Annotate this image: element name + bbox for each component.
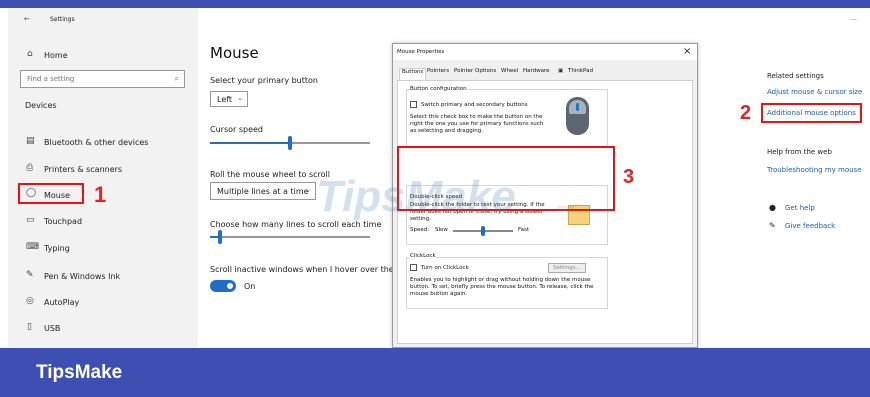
pen-icon: ✎ <box>26 270 34 280</box>
switch-desc-line3: as selecting and dragging. <box>410 128 484 134</box>
sidebar-item-typing[interactable]: Typing <box>44 244 70 253</box>
inactive-scroll-label: Scroll inactive windows when I hover ove… <box>210 265 402 274</box>
chevron-down-icon: ⌄ <box>237 94 243 102</box>
sidebar-item-mouse[interactable]: Mouse <box>44 191 70 200</box>
switch-desc-line2: right the one you use for primary functi… <box>410 121 544 127</box>
get-help-link[interactable]: Get help <box>785 204 815 212</box>
double-click-speed-slider[interactable] <box>453 226 513 236</box>
cursor-speed-fill <box>210 142 290 144</box>
cursor-speed-thumb[interactable] <box>288 136 292 150</box>
annotation-1: 1 <box>94 182 107 207</box>
clicklock-settings-button[interactable]: Settings... <box>548 263 586 273</box>
settings-sidebar <box>8 8 198 348</box>
slow-label: Slow <box>435 227 448 233</box>
mouse-illustration-icon <box>566 97 589 135</box>
usb-icon: ▯ <box>27 322 32 332</box>
sidebar-section-devices: Devices <box>25 101 57 110</box>
sidebar-item-touchpad[interactable]: Touchpad <box>44 217 82 226</box>
fast-label: Fast <box>518 227 530 233</box>
chevron-down-icon: ⌄ <box>305 186 311 194</box>
clicklock-title: ClickLock <box>410 253 436 259</box>
wheel-dropdown[interactable]: Multiple lines at a time ⌄ <box>210 182 316 200</box>
thinkpad-icon: ▣ <box>558 68 564 74</box>
clicklock-desc-line1: Enables you to highlight or drag without… <box>410 277 591 283</box>
switch-buttons-label: Switch primary and secondary buttons <box>421 102 528 108</box>
window-title: Settings <box>50 16 75 23</box>
sidebar-item-printers[interactable]: Printers & scanners <box>44 165 122 174</box>
feedback-icon: ✎ <box>769 221 776 230</box>
switch-desc-line1: Select this check box to make the button… <box>410 114 543 120</box>
cursor-speed-label: Cursor speed <box>210 125 264 134</box>
give-feedback-link[interactable]: Give feedback <box>785 222 835 230</box>
page-title: Mouse <box>210 44 259 62</box>
dialog-titlebar: Mouse Properties × <box>393 44 697 60</box>
clicklock-desc-line3: mouse button again. <box>410 291 468 297</box>
annotation-2: 2 <box>740 102 752 124</box>
tab-buttons[interactable]: Buttons <box>399 68 427 80</box>
primary-button-value: Left <box>217 95 233 104</box>
screenshot: { "window": {"title": "Settings", "back_… <box>0 0 870 397</box>
autoplay-icon: ◎ <box>26 296 34 306</box>
switch-buttons-checkbox[interactable] <box>410 101 417 108</box>
lines-thumb[interactable] <box>218 230 222 244</box>
tab-thinkpad[interactable]: ThinkPad <box>568 68 593 80</box>
primary-button-label: Select your primary button <box>210 76 318 85</box>
cursor-speed-slider[interactable] <box>210 136 370 150</box>
home-icon: ⌂ <box>27 49 33 59</box>
help-web-title: Help from the web <box>767 148 832 156</box>
sidebar-item-bluetooth[interactable]: Bluetooth & other devices <box>44 138 148 147</box>
bluetooth-icon: ▤ <box>26 136 35 146</box>
additional-mouse-options-link[interactable]: Additional mouse options <box>767 109 856 117</box>
watermark-text: TipsMake <box>316 172 516 221</box>
tab-pointer-options[interactable]: Pointer Options <box>454 68 496 80</box>
clicklock-desc-line2: button. To set, briefly press the mouse … <box>410 284 594 290</box>
sidebar-item-autoplay[interactable]: AutoPlay <box>44 298 79 307</box>
tab-pointers[interactable]: Pointers <box>427 68 449 80</box>
dialog-title: Mouse Properties <box>397 49 445 55</box>
sidebar-item-usb[interactable]: USB <box>44 324 60 333</box>
toggle-state: On <box>244 282 256 291</box>
troubleshooting-link[interactable]: Troubleshooting my mouse <box>767 166 862 174</box>
search-icon: ⌕ <box>174 74 179 83</box>
back-arrow-icon[interactable]: ← <box>24 15 30 23</box>
sidebar-item-home[interactable]: Home <box>44 51 68 60</box>
tab-wheel[interactable]: Wheel <box>501 68 518 80</box>
clicklock-checkbox[interactable] <box>410 264 417 271</box>
search-input[interactable]: Find a setting ⌕ <box>20 70 185 88</box>
lines-slider[interactable] <box>210 230 370 244</box>
keyboard-icon: ⌨ <box>26 242 39 252</box>
wheel-label: Roll the mouse wheel to scroll <box>210 170 330 179</box>
tab-hardware[interactable]: Hardware <box>523 68 550 80</box>
dbl-thumb[interactable] <box>481 226 485 236</box>
search-placeholder: Find a setting <box>27 75 75 83</box>
clicklock-label: Turn on ClickLock <box>421 265 469 271</box>
related-settings-title: Related settings <box>767 72 824 80</box>
wheel-value: Multiple lines at a time <box>217 187 309 196</box>
brand-name: TipsMake <box>36 362 123 383</box>
lines-track <box>210 236 370 238</box>
touchpad-icon: ▭ <box>26 215 35 225</box>
annotation-3: 3 <box>623 166 635 188</box>
button-config-title: Button configuration <box>410 86 467 92</box>
mouse-icon: ◯ <box>26 188 37 198</box>
primary-button-dropdown[interactable]: Left ⌄ <box>210 91 248 107</box>
footer-banner: TipsMake <box>0 348 870 397</box>
adjust-mouse-size-link[interactable]: Adjust mouse & cursor size <box>767 88 862 96</box>
speed-label: Speed: <box>410 227 430 233</box>
minimize-icon[interactable]: — <box>850 15 857 23</box>
get-help-icon: ● <box>769 203 776 212</box>
watermark-suffix: .com <box>555 203 575 213</box>
sidebar-item-pen[interactable]: Pen & Windows Ink <box>44 272 120 281</box>
top-banner <box>0 0 870 8</box>
close-icon[interactable]: × <box>683 46 691 57</box>
inactive-scroll-toggle[interactable] <box>210 280 236 292</box>
printer-icon: ⎙ <box>26 163 34 173</box>
